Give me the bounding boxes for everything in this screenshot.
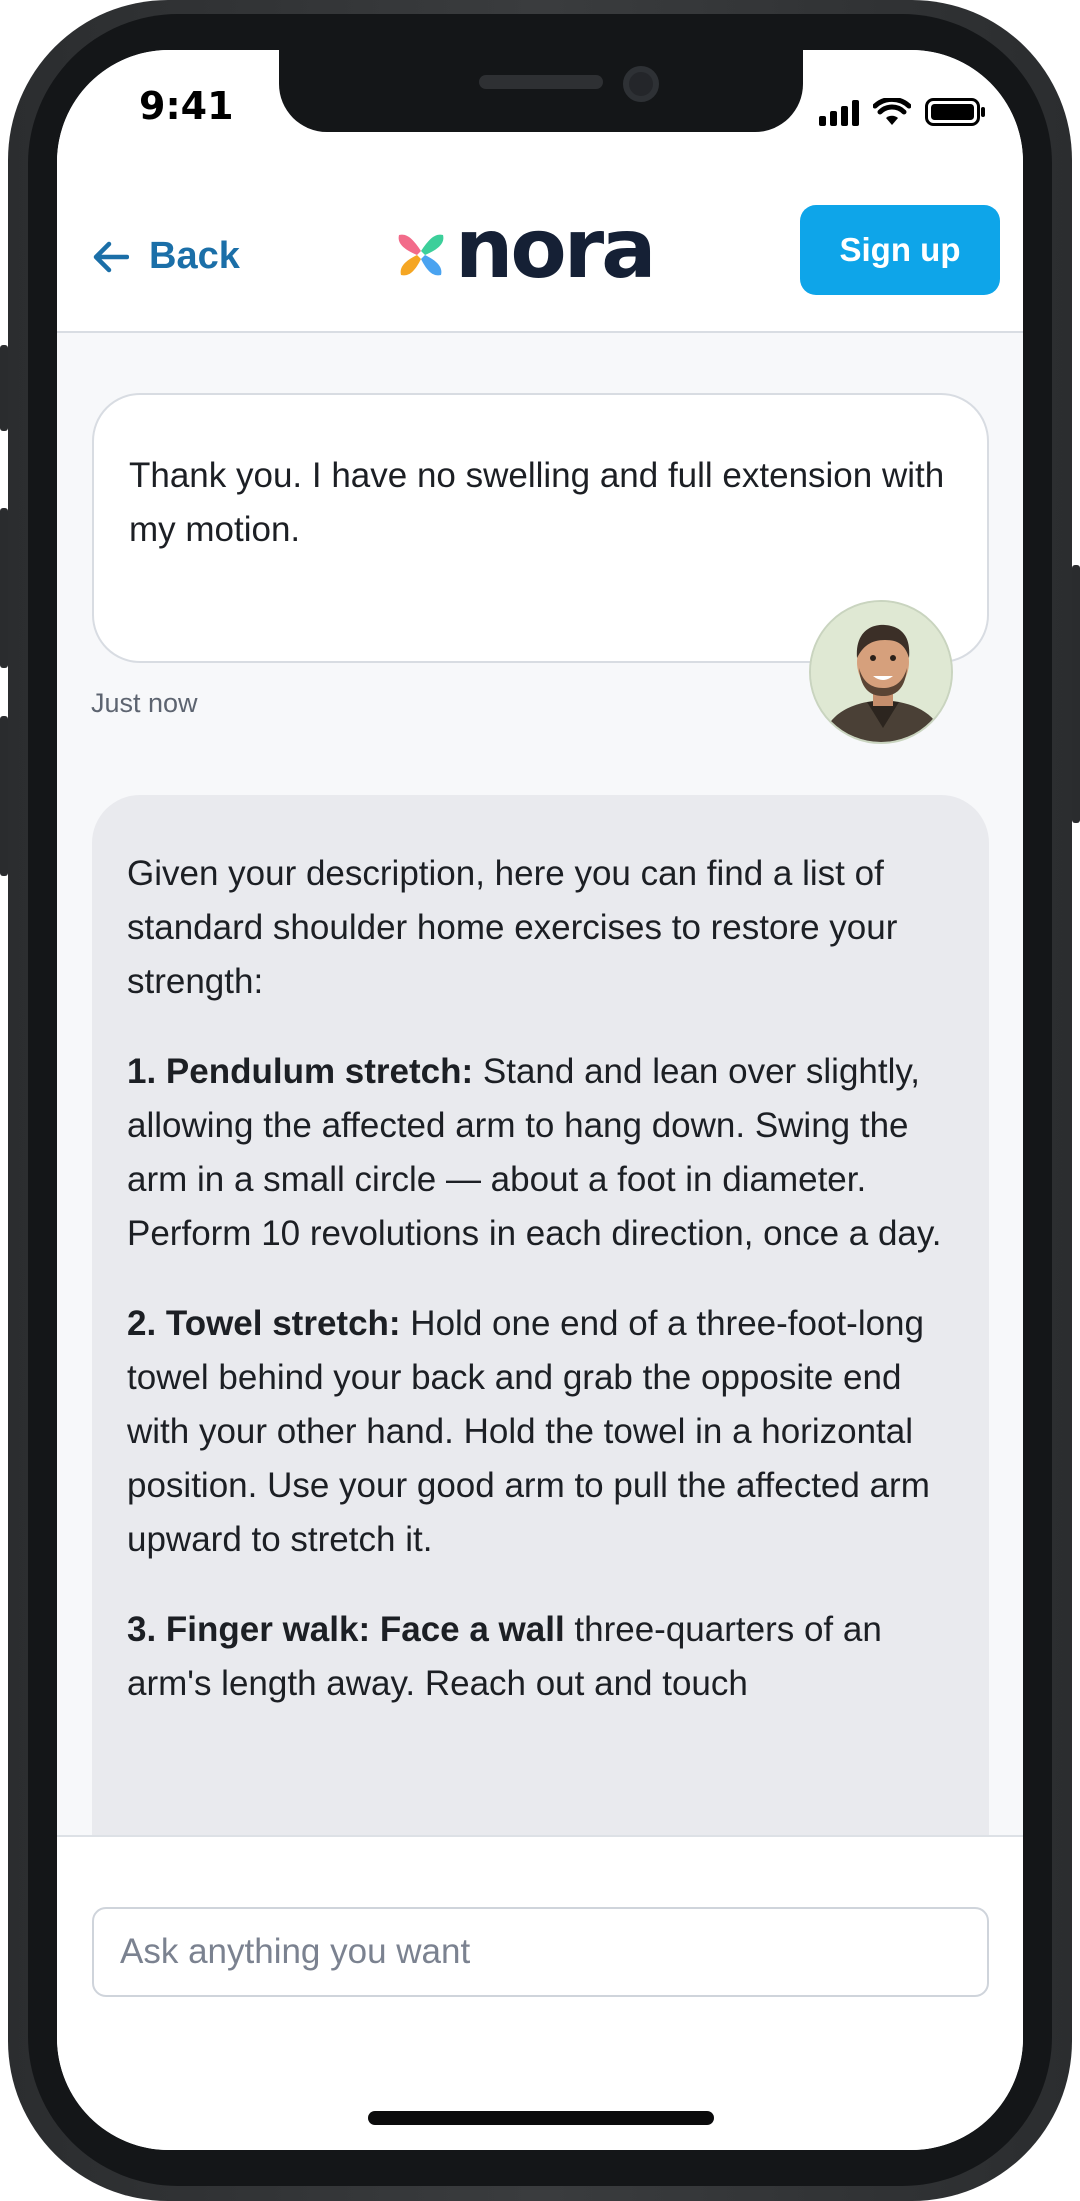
nora-logo-icon <box>398 234 444 276</box>
volume-down-button <box>0 716 8 876</box>
exercise-title: 2. Towel stretch: <box>127 1304 401 1343</box>
home-indicator[interactable] <box>368 2111 714 2125</box>
sign-up-button[interactable]: Sign up <box>800 205 1000 295</box>
nora-wordmark: nora <box>455 202 656 297</box>
top-bar: Back nora Sign up <box>57 180 1023 333</box>
power-button <box>1072 565 1080 823</box>
signal-icon <box>819 100 859 126</box>
nora-logo[interactable]: nora <box>393 202 656 300</box>
front-camera <box>623 66 659 102</box>
message-input[interactable] <box>92 1907 989 1997</box>
exercise-title: 3. Finger walk: Face a wall <box>127 1610 565 1649</box>
battery-icon <box>925 98 985 126</box>
volume-up-button <box>0 508 8 668</box>
mute-switch <box>0 345 8 431</box>
assistant-message-bubble: Given your description, here you can fin… <box>92 795 989 1835</box>
exercise-title: 1. Pendulum stretch: <box>127 1052 474 1091</box>
message-timestamp: Just now <box>91 688 198 718</box>
wifi-icon <box>873 98 911 125</box>
message-composer <box>57 1835 1023 2150</box>
back-button[interactable]: Back <box>93 180 240 333</box>
back-label: Back <box>149 235 240 277</box>
exercise-item: 2. Towel stretch: Hold one end of a thre… <box>127 1297 954 1567</box>
speaker-grille <box>479 75 603 89</box>
user-message-text: Thank you. I have no swelling and full e… <box>129 456 945 549</box>
chat-area[interactable]: Thank you. I have no swelling and full e… <box>57 335 1023 1835</box>
notch <box>279 50 803 132</box>
avatar-portrait <box>811 602 951 742</box>
user-avatar <box>809 600 953 744</box>
assistant-intro: Given your description, here you can fin… <box>127 854 898 1001</box>
status-time: 9:41 <box>139 84 234 128</box>
exercise-item: 3. Finger walk: Face a wall three-quarte… <box>127 1603 954 1711</box>
status-icons <box>819 96 987 126</box>
exercise-item: 1. Pendulum stretch: Stand and lean over… <box>127 1045 954 1261</box>
back-arrow-icon <box>93 241 129 272</box>
phone-screen: 9:41 Back nora Sign up Thank you. I have… <box>57 50 1023 2150</box>
status-bar: 9:41 <box>57 50 1023 180</box>
